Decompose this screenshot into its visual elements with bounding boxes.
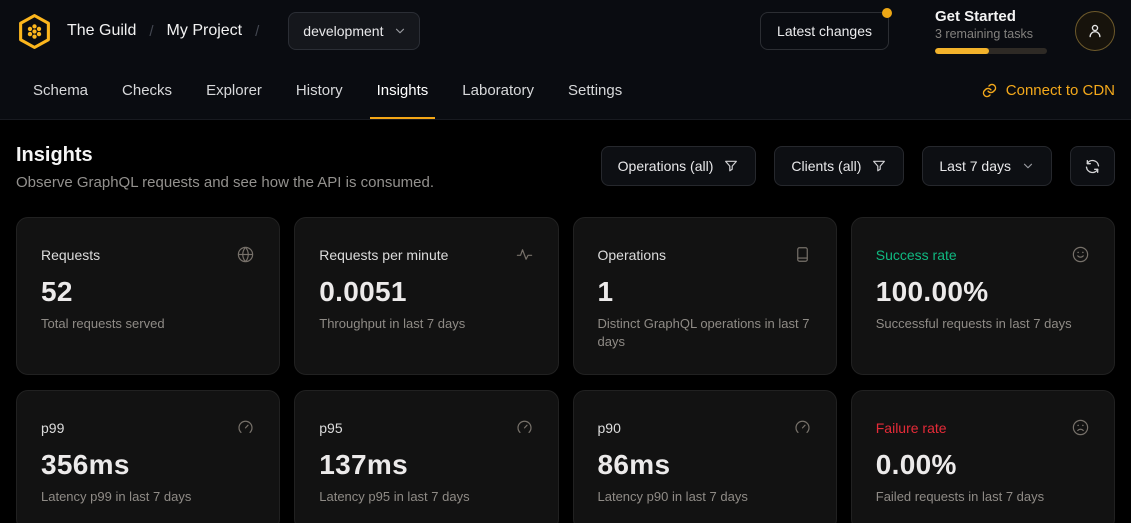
stat-card-requests: Requests 52 Total requests served xyxy=(16,217,280,375)
card-subtitle: Latency p95 in last 7 days xyxy=(319,488,533,506)
card-value: 1 xyxy=(598,276,812,308)
refresh-button[interactable] xyxy=(1070,146,1115,186)
guild-logo-icon[interactable] xyxy=(16,13,53,50)
globe-icon xyxy=(236,245,255,264)
stat-card-p95: p95 137ms Latency p95 in last 7 days xyxy=(294,390,558,523)
tab-label: Checks xyxy=(122,82,172,99)
clients-filter-label: Clients (all) xyxy=(791,158,861,174)
get-started-progress-fill xyxy=(935,48,989,54)
activity-icon xyxy=(515,245,534,264)
refresh-icon xyxy=(1084,158,1101,175)
operations-filter-label: Operations (all) xyxy=(618,158,714,174)
latest-changes-label: Latest changes xyxy=(777,23,872,39)
tab-schema[interactable]: Schema xyxy=(16,62,105,119)
card-value: 137ms xyxy=(319,449,533,481)
breadcrumb-project[interactable]: My Project xyxy=(167,22,243,40)
tab-label: Explorer xyxy=(206,82,262,99)
card-title: Success rate xyxy=(876,247,957,263)
card-subtitle: Throughput in last 7 days xyxy=(319,315,533,333)
breadcrumb-separator: / xyxy=(255,23,259,40)
book-icon xyxy=(793,245,812,264)
card-subtitle: Latency p90 in last 7 days xyxy=(598,488,812,506)
person-icon xyxy=(1086,22,1104,40)
card-title: Operations xyxy=(598,247,666,263)
filters-row: Operations (all) Clients (all) Last 7 da… xyxy=(601,146,1115,186)
chevron-down-icon xyxy=(1021,159,1035,173)
tab-laboratory[interactable]: Laboratory xyxy=(445,62,551,119)
card-subtitle: Total requests served xyxy=(41,315,255,333)
get-started-widget[interactable]: Get Started 3 remaining tasks xyxy=(935,8,1047,54)
tab-label: History xyxy=(296,82,343,99)
card-value: 86ms xyxy=(598,449,812,481)
frown-icon xyxy=(1071,418,1090,437)
card-value: 52 xyxy=(41,276,255,308)
tab-label: Laboratory xyxy=(462,82,534,99)
target-select-value: development xyxy=(303,23,383,39)
card-subtitle: Latency p99 in last 7 days xyxy=(41,488,255,506)
card-subtitle: Failed requests in last 7 days xyxy=(876,488,1090,506)
smile-icon xyxy=(1071,245,1090,264)
tab-explorer[interactable]: Explorer xyxy=(189,62,279,119)
breadcrumb-separator: / xyxy=(149,23,153,40)
card-title: Requests per minute xyxy=(319,247,448,263)
gauge-icon xyxy=(515,418,534,437)
page-subtitle: Observe GraphQL requests and see how the… xyxy=(16,174,434,191)
card-subtitle: Distinct GraphQL operations in last 7 da… xyxy=(598,315,812,350)
filter-icon xyxy=(871,158,887,174)
card-value: 356ms xyxy=(41,449,255,481)
gauge-icon xyxy=(236,418,255,437)
filter-icon xyxy=(723,158,739,174)
stat-card-failure-rate: Failure rate 0.00% Failed requests in la… xyxy=(851,390,1115,523)
stat-card-p99: p99 356ms Latency p99 in last 7 days xyxy=(16,390,280,523)
card-value: 0.00% xyxy=(876,449,1090,481)
insights-page: Insights Observe GraphQL requests and se… xyxy=(0,120,1131,523)
link-icon xyxy=(981,82,998,99)
connect-to-cdn-link[interactable]: Connect to CDN xyxy=(981,62,1115,119)
gauge-icon xyxy=(793,418,812,437)
stat-card-operations: Operations 1 Distinct GraphQL operations… xyxy=(573,217,837,375)
breadcrumb-org[interactable]: The Guild xyxy=(67,22,136,40)
chevron-down-icon xyxy=(393,24,407,38)
card-title: p95 xyxy=(319,420,342,436)
user-avatar[interactable] xyxy=(1075,11,1115,51)
app-header: The Guild / My Project / development Lat… xyxy=(0,0,1131,62)
card-title: p90 xyxy=(598,420,621,436)
card-title: p99 xyxy=(41,420,64,436)
latest-changes-button[interactable]: Latest changes xyxy=(760,12,889,50)
tab-settings[interactable]: Settings xyxy=(551,62,639,119)
get-started-title: Get Started xyxy=(935,8,1047,25)
period-select-value: Last 7 days xyxy=(939,158,1011,174)
notification-dot xyxy=(882,8,892,18)
tab-label: Insights xyxy=(377,82,429,99)
target-select[interactable]: development xyxy=(288,12,420,50)
page-title: Insights xyxy=(16,144,434,167)
tab-label: Settings xyxy=(568,82,622,99)
operations-filter-button[interactable]: Operations (all) xyxy=(601,146,757,186)
period-select[interactable]: Last 7 days xyxy=(922,146,1052,186)
stat-card-success-rate: Success rate 100.00% Successful requests… xyxy=(851,217,1115,375)
card-value: 0.0051 xyxy=(319,276,533,308)
card-title: Requests xyxy=(41,247,100,263)
card-title: Failure rate xyxy=(876,420,947,436)
get-started-progress-bar xyxy=(935,48,1047,54)
card-value: 100.00% xyxy=(876,276,1090,308)
get-started-subtitle: 3 remaining tasks xyxy=(935,27,1047,41)
connect-to-cdn-label: Connect to CDN xyxy=(1006,82,1115,99)
tab-insights[interactable]: Insights xyxy=(360,62,446,119)
stats-grid: Requests 52 Total requests served Reques… xyxy=(16,217,1115,523)
tab-checks[interactable]: Checks xyxy=(105,62,189,119)
page-heading-block: Insights Observe GraphQL requests and se… xyxy=(16,144,434,191)
stat-card-rpm: Requests per minute 0.0051 Throughput in… xyxy=(294,217,558,375)
clients-filter-button[interactable]: Clients (all) xyxy=(774,146,904,186)
tab-label: Schema xyxy=(33,82,88,99)
tab-history[interactable]: History xyxy=(279,62,360,119)
stat-card-p90: p90 86ms Latency p90 in last 7 days xyxy=(573,390,837,523)
card-subtitle: Successful requests in last 7 days xyxy=(876,315,1090,333)
main-nav: Schema Checks Explorer History Insights … xyxy=(0,62,1131,120)
